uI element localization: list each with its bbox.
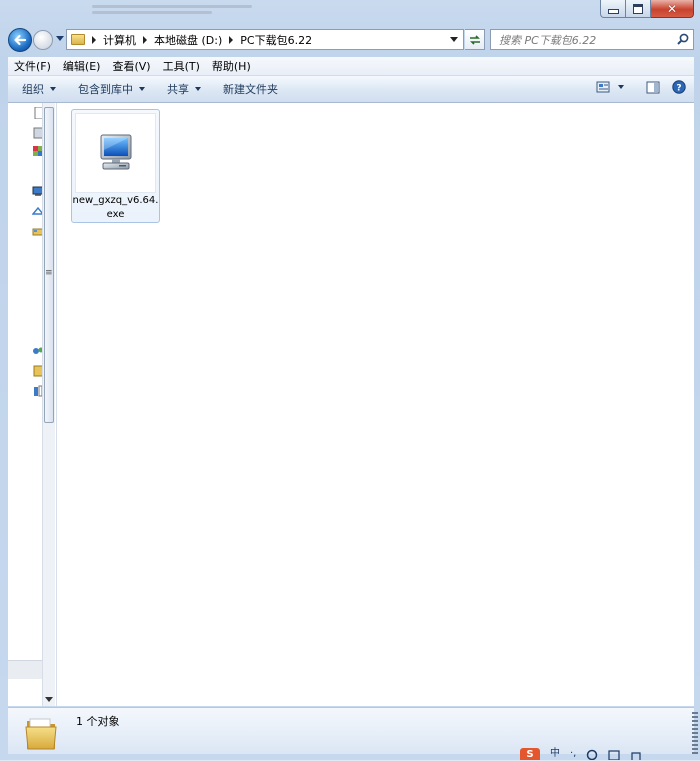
title-bar-ghost	[92, 2, 282, 18]
breadcrumb-drive-d[interactable]: 本地磁盘 (D:)	[154, 32, 222, 48]
file-name: new_gxzq_v6.64.exe	[72, 195, 159, 220]
close-button[interactable]: ✕	[651, 0, 694, 18]
arrow-left-icon	[14, 34, 27, 46]
menu-bar: 文件(F) 编辑(E) 查看(V) 工具(T) 帮助(H)	[8, 57, 694, 76]
explorer-window: ✕ 计算机 本地磁盘 (D:) PC下载包6.22 文件(F) 编辑(	[0, 0, 700, 760]
settings-icon[interactable]	[586, 748, 598, 760]
new-folder-button[interactable]: 新建文件夹	[209, 81, 286, 97]
breadcrumb-computer[interactable]: 计算机	[103, 32, 136, 48]
close-icon: ✕	[666, 1, 678, 16]
folder-icon	[25, 718, 57, 750]
file-item[interactable]: new_gxzq_v6.64.exe	[71, 109, 160, 223]
breadcrumb-separator[interactable]	[92, 35, 96, 44]
folder-icon	[71, 34, 85, 45]
scroll-down-arrow[interactable]	[45, 697, 53, 702]
change-view-button[interactable]	[596, 81, 624, 93]
menu-file[interactable]: 文件(F)	[8, 58, 57, 74]
chevron-down-icon	[50, 87, 56, 91]
organize-button[interactable]: 组织	[8, 81, 64, 97]
breadcrumb-separator[interactable]	[143, 35, 147, 44]
search-input[interactable]	[497, 31, 671, 50]
scrollbar-grip-icon: ≡	[45, 268, 53, 278]
include-in-library-label: 包含到库中	[78, 83, 133, 96]
search-icon[interactable]	[677, 33, 689, 45]
menu-tools[interactable]: 工具(T)	[157, 58, 206, 74]
window-controls: ✕	[600, 0, 694, 18]
refresh-icon	[469, 34, 480, 45]
view-controls: ?	[596, 80, 686, 94]
back-button[interactable]	[8, 28, 32, 52]
new-folder-label: 新建文件夹	[223, 83, 278, 96]
help-icon[interactable]: ?	[672, 80, 686, 94]
minimize-button[interactable]	[600, 0, 626, 18]
share-label: 共享	[167, 83, 189, 96]
punctuation-indicator[interactable]: ·,	[570, 748, 576, 760]
address-bar[interactable]: 计算机 本地磁盘 (D:) PC下载包6.22	[66, 29, 464, 50]
forward-button[interactable]	[33, 30, 53, 50]
maximize-button[interactable]	[626, 0, 651, 18]
command-bar: 组织 包含到库中 共享 新建文件夹 ?	[8, 76, 694, 103]
view-icon	[596, 81, 610, 93]
share-button[interactable]: 共享	[153, 81, 209, 97]
title-bar[interactable]: ✕	[0, 0, 700, 26]
maximize-icon	[633, 3, 643, 14]
menu-view[interactable]: 查看(V)	[106, 58, 156, 74]
chevron-down-icon	[618, 85, 624, 89]
language-indicator[interactable]: 中	[550, 748, 560, 760]
file-thumbnail	[75, 113, 156, 193]
input-method-badge[interactable]: S	[520, 748, 540, 760]
navigation-pane-scrollbar[interactable]: ≡	[42, 103, 55, 706]
file-list[interactable]: new_gxzq_v6.64.exe	[57, 103, 694, 706]
details-pane: 1 个对象	[8, 707, 694, 754]
item-count: 1 个对象	[76, 715, 120, 728]
tools-icon[interactable]	[630, 748, 642, 760]
navigation-bar: 计算机 本地磁盘 (D:) PC下载包6.22	[8, 28, 694, 52]
system-tray: S 中 ·,	[520, 748, 700, 760]
include-in-library-button[interactable]: 包含到库中	[64, 81, 153, 97]
breadcrumb-separator[interactable]	[229, 35, 234, 44]
scrollbar-thumb[interactable]	[44, 107, 54, 423]
chevron-down-icon	[139, 87, 145, 91]
menu-help[interactable]: 帮助(H)	[206, 58, 257, 74]
organize-label: 组织	[22, 83, 44, 96]
search-box[interactable]	[490, 29, 694, 50]
address-dropdown[interactable]	[450, 37, 458, 42]
recent-pages-dropdown[interactable]	[56, 36, 64, 41]
svg-text:?: ?	[676, 84, 681, 94]
breadcrumb-current-folder[interactable]: PC下载包6.22	[240, 32, 312, 48]
navigation-pane-footer	[8, 660, 42, 679]
computer-icon	[100, 134, 131, 170]
minimize-icon	[607, 9, 619, 14]
chevron-down-icon	[195, 87, 201, 91]
keyboard-icon[interactable]	[608, 748, 620, 760]
preview-pane-icon[interactable]	[646, 81, 660, 94]
menu-edit[interactable]: 编辑(E)	[57, 58, 107, 74]
refresh-button[interactable]	[465, 29, 485, 50]
